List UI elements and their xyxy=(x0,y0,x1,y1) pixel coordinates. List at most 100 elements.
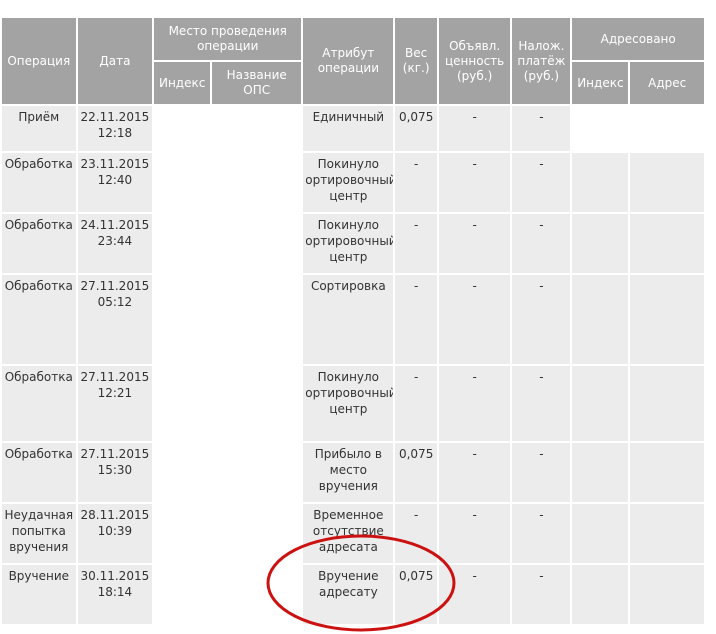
cell-declared-value: - xyxy=(438,153,511,212)
table-row: Обработка 27.11.2015 05:12 Сортировка - … xyxy=(2,275,704,364)
cell-ops-name xyxy=(212,366,302,441)
cell-declared-value: - xyxy=(438,106,511,151)
cell-addr-index xyxy=(572,275,629,364)
cell-cod: - xyxy=(512,153,571,212)
cell-addr-address xyxy=(630,504,704,563)
cell-attribute: Прибыло в место вручения xyxy=(303,443,394,502)
col-header-cod: Налож. платёж (руб.) xyxy=(512,18,571,104)
cell-weight: - xyxy=(395,214,437,273)
table-row: Обработка 27.11.2015 12:21 Покинуло орти… xyxy=(2,366,704,441)
cell-weight: - xyxy=(395,504,437,563)
cell-addr-index xyxy=(572,106,629,151)
cell-declared-value: - xyxy=(438,565,511,624)
cell-addr-index xyxy=(572,214,629,273)
table-row: Приём 22.11.2015 12:18 Единичный 0,075 -… xyxy=(2,106,704,151)
cell-attribute: Покинуло ортировочный центр xyxy=(303,214,394,273)
cell-operation: Неудачная попытка вручения xyxy=(2,504,76,563)
cell-date: 23.11.2015 12:40 xyxy=(77,153,153,212)
table-row: Обработка 27.11.2015 15:30 Прибыло в мес… xyxy=(2,443,704,502)
cell-ops-name xyxy=(212,106,302,151)
cell-ops-name xyxy=(212,153,302,212)
cell-cod: - xyxy=(512,504,571,563)
cell-ops-name xyxy=(212,443,302,502)
cell-addr-address xyxy=(630,153,704,212)
cell-cod: - xyxy=(512,366,571,441)
cell-operation: Обработка xyxy=(2,275,76,364)
cell-cod: - xyxy=(512,275,571,364)
cell-index xyxy=(154,366,211,441)
cell-index xyxy=(154,504,211,563)
col-header-declared-value: Объявл. ценность (руб.) xyxy=(438,18,511,104)
cell-attribute: Покинуло ортировочный центр xyxy=(303,153,394,212)
cell-declared-value: - xyxy=(438,366,511,441)
cell-date: 28.11.2015 10:39 xyxy=(77,504,153,563)
cell-date: 27.11.2015 12:21 xyxy=(77,366,153,441)
cell-weight: - xyxy=(395,153,437,212)
col-header-addr-index: Индекс xyxy=(572,62,629,104)
cell-addr-address xyxy=(630,565,704,624)
col-header-attribute: Атрибут операции xyxy=(303,18,394,104)
cell-cod: - xyxy=(512,565,571,624)
table-body: Приём 22.11.2015 12:18 Единичный 0,075 -… xyxy=(2,106,704,624)
cell-ops-name xyxy=(212,504,302,563)
col-header-addr-address: Адрес xyxy=(630,62,704,104)
cell-cod: - xyxy=(512,106,571,151)
cell-date: 24.11.2015 23:44 xyxy=(77,214,153,273)
cell-operation: Обработка xyxy=(2,366,76,441)
col-header-operation: Операция xyxy=(2,18,76,104)
cell-date: 22.11.2015 12:18 xyxy=(77,106,153,151)
cell-index xyxy=(154,214,211,273)
cell-weight: - xyxy=(395,366,437,441)
cell-addr-index xyxy=(572,443,629,502)
cell-attribute: Единичный xyxy=(303,106,394,151)
cell-index xyxy=(154,275,211,364)
col-header-place: Место проведения операции xyxy=(154,18,302,60)
cell-addr-index xyxy=(572,366,629,441)
cell-declared-value: - xyxy=(438,214,511,273)
cell-attribute: Вручение адресату xyxy=(303,565,394,624)
col-header-date: Дата xyxy=(77,18,153,104)
table-header: Операция Дата Место проведения операции … xyxy=(2,18,704,104)
cell-attribute: Покинуло ортировочный центр xyxy=(303,366,394,441)
cell-ops-name xyxy=(212,214,302,273)
cell-addr-address xyxy=(630,366,704,441)
cell-declared-value: - xyxy=(438,275,511,364)
col-header-index: Индекс xyxy=(154,62,211,104)
cell-weight: - xyxy=(395,275,437,364)
cell-cod: - xyxy=(512,443,571,502)
col-header-ops-name: Название ОПС xyxy=(212,62,302,104)
cell-addr-index xyxy=(572,504,629,563)
cell-attribute: Временное отсутствие адресата xyxy=(303,504,394,563)
cell-index xyxy=(154,106,211,151)
cell-cod: - xyxy=(512,214,571,273)
cell-index xyxy=(154,565,211,624)
cell-index xyxy=(154,443,211,502)
table-row: Обработка 23.11.2015 12:40 Покинуло орти… xyxy=(2,153,704,212)
cell-date: 27.11.2015 15:30 xyxy=(77,443,153,502)
cell-operation: Вручение xyxy=(2,565,76,624)
cell-date: 30.11.2015 18:14 xyxy=(77,565,153,624)
cell-operation: Обработка xyxy=(2,153,76,212)
cell-addr-index xyxy=(572,565,629,624)
cell-declared-value: - xyxy=(438,443,511,502)
cell-date: 27.11.2015 05:12 xyxy=(77,275,153,364)
cell-addr-index xyxy=(572,153,629,212)
cell-ops-name xyxy=(212,565,302,624)
cell-addr-address xyxy=(630,275,704,364)
col-header-weight: Вес (кг.) xyxy=(395,18,437,104)
tracking-table: Операция Дата Место проведения операции … xyxy=(0,16,706,626)
cell-addr-address xyxy=(630,214,704,273)
cell-ops-name xyxy=(212,275,302,364)
table-row: Неудачная попытка вручения 28.11.2015 10… xyxy=(2,504,704,563)
table-row: Вручение 30.11.2015 18:14 Вручение адрес… xyxy=(2,565,704,624)
cell-addr-address xyxy=(630,443,704,502)
cell-weight: 0,075 xyxy=(395,106,437,151)
cell-operation: Обработка xyxy=(2,214,76,273)
cell-weight: 0,075 xyxy=(395,565,437,624)
cell-index xyxy=(154,153,211,212)
cell-operation: Обработка xyxy=(2,443,76,502)
col-header-addressed: Адресовано xyxy=(572,18,704,60)
cell-weight: 0,075 xyxy=(395,443,437,502)
cell-operation: Приём xyxy=(2,106,76,151)
table-row: Обработка 24.11.2015 23:44 Покинуло орти… xyxy=(2,214,704,273)
